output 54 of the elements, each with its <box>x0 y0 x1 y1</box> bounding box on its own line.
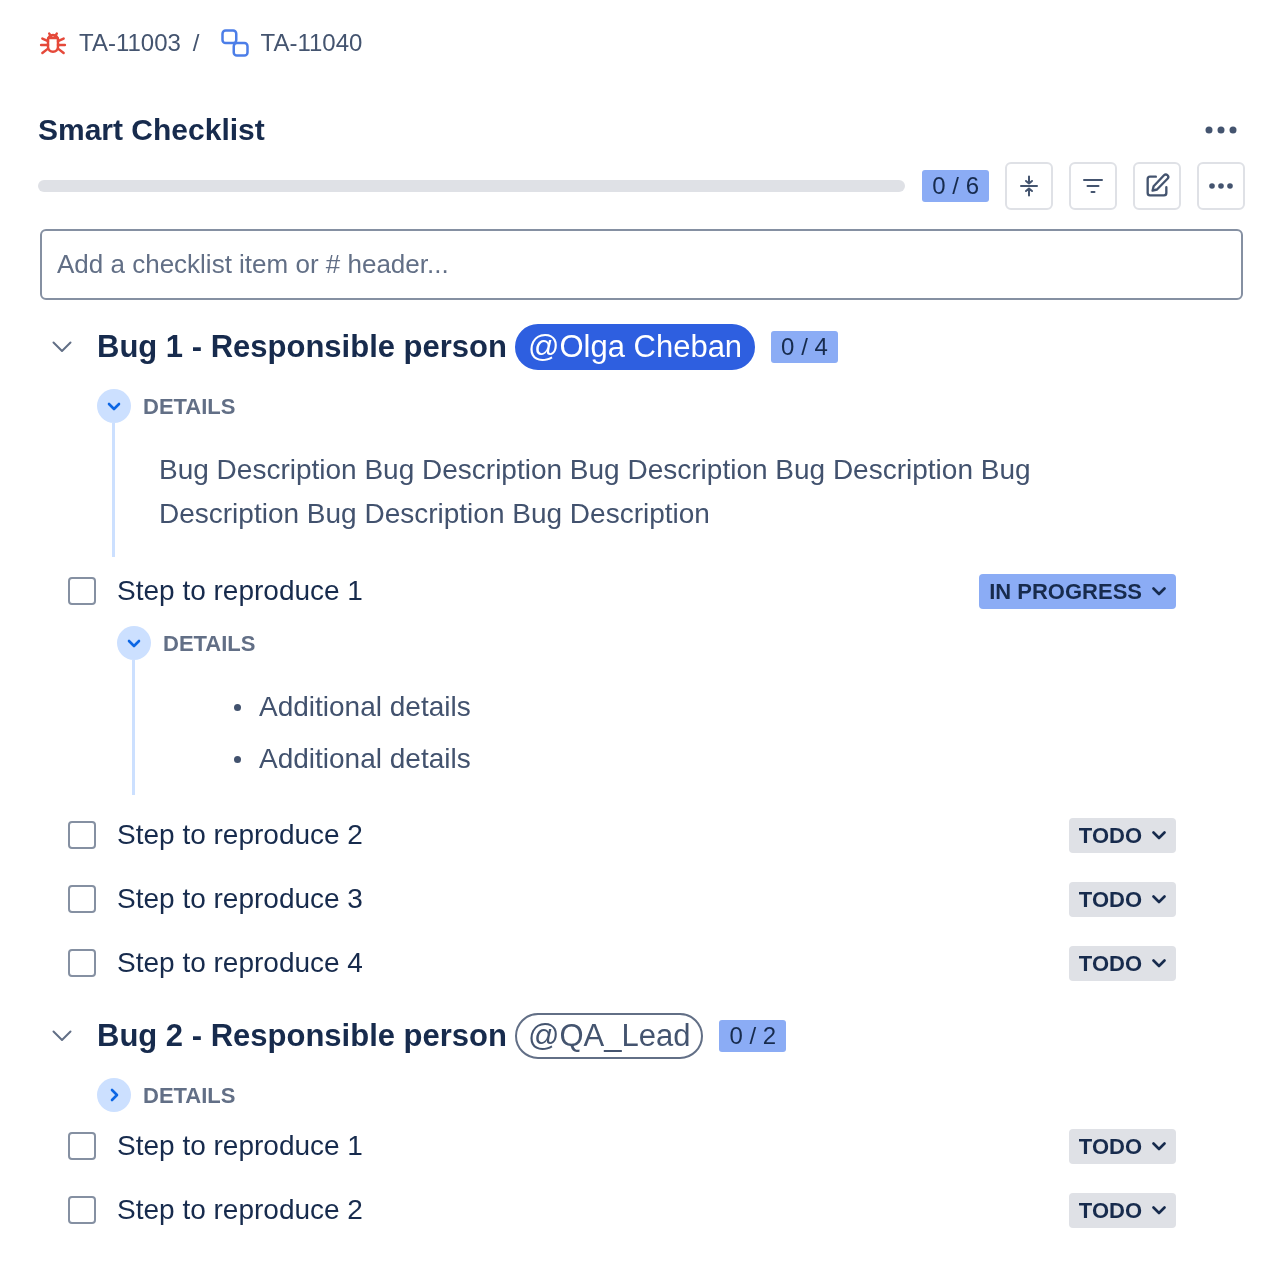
checkbox[interactable] <box>68 577 96 605</box>
chevron-down-icon <box>1152 830 1166 840</box>
checkbox[interactable] <box>68 1196 96 1224</box>
section-heading: Bug 1 - Responsible person <box>97 327 507 366</box>
item-label: Step to reproduce 2 <box>117 818 363 852</box>
chevron-down-icon <box>1152 1141 1166 1151</box>
item-label: Step to reproduce 4 <box>117 946 363 980</box>
checkbox[interactable] <box>68 949 96 977</box>
progress-count: 0 / 6 <box>922 170 989 202</box>
details-toggle[interactable]: DETAILS <box>117 626 256 660</box>
progress-count: 0 / 4 <box>771 331 838 363</box>
chevron-down-icon <box>1152 1205 1166 1215</box>
more-icon <box>1209 183 1233 189</box>
collapse-all-button[interactable] <box>1005 162 1053 210</box>
details-text: Additional details <box>259 742 471 776</box>
chevron-down-icon[interactable] <box>52 1030 72 1042</box>
status-dropdown[interactable]: TODO <box>1068 1192 1176 1228</box>
details-toggle[interactable]: DETAILS <box>97 389 236 423</box>
more-icon[interactable] <box>1205 126 1237 134</box>
status-dropdown[interactable]: TODO <box>1068 881 1176 917</box>
checkbox[interactable] <box>68 885 96 913</box>
chevron-down-icon <box>1152 958 1166 968</box>
chevron-down-icon <box>1152 586 1166 596</box>
collapse-icon <box>1017 174 1041 198</box>
mention-tag[interactable]: @Olga Cheban <box>514 324 756 370</box>
bullet-icon <box>234 703 241 711</box>
chevron-down-icon <box>1152 894 1166 904</box>
checklist-title: Smart Checklist <box>38 112 265 148</box>
details-text: Bug Description Bug Description Bug Description Bug Description Bug Description Bug Description Bug Description <box>159 453 1032 531</box>
item-label: Step to reproduce 1 <box>117 574 363 608</box>
item-label: Step to reproduce 2 <box>117 1193 363 1227</box>
edit-button[interactable] <box>1133 162 1181 210</box>
section-heading: Bug 2 - Responsible person <box>97 1016 507 1055</box>
breadcrumb-separator: / <box>192 28 200 58</box>
details-toggle[interactable]: DETAILS <box>97 1078 236 1112</box>
more-button[interactable] <box>1197 162 1245 210</box>
checklist-input[interactable]: Add a checklist item or # header... <box>40 229 1243 300</box>
filter-button[interactable] <box>1069 162 1117 210</box>
status-dropdown[interactable]: TODO <box>1068 1128 1176 1164</box>
item-label: Step to reproduce 3 <box>117 882 363 916</box>
mention-tag[interactable]: @QA_Lead <box>514 1013 704 1059</box>
checkbox[interactable] <box>68 821 96 849</box>
status-dropdown[interactable]: IN PROGRESS <box>979 573 1176 609</box>
subtask-icon <box>219 28 250 58</box>
details-text: Additional details <box>259 690 471 724</box>
progress-count: 0 / 2 <box>719 1020 787 1052</box>
checkbox[interactable] <box>68 1132 96 1160</box>
bullet-icon <box>234 755 241 763</box>
issue-link[interactable]: TA-11040 <box>260 25 363 61</box>
status-dropdown[interactable]: TODO <box>1068 817 1176 853</box>
item-label: Step to reproduce 1 <box>117 1129 363 1163</box>
chevron-down-icon[interactable] <box>52 341 72 353</box>
issue-link[interactable]: TA-11003 <box>79 25 181 61</box>
status-dropdown[interactable]: TODO <box>1068 945 1176 981</box>
